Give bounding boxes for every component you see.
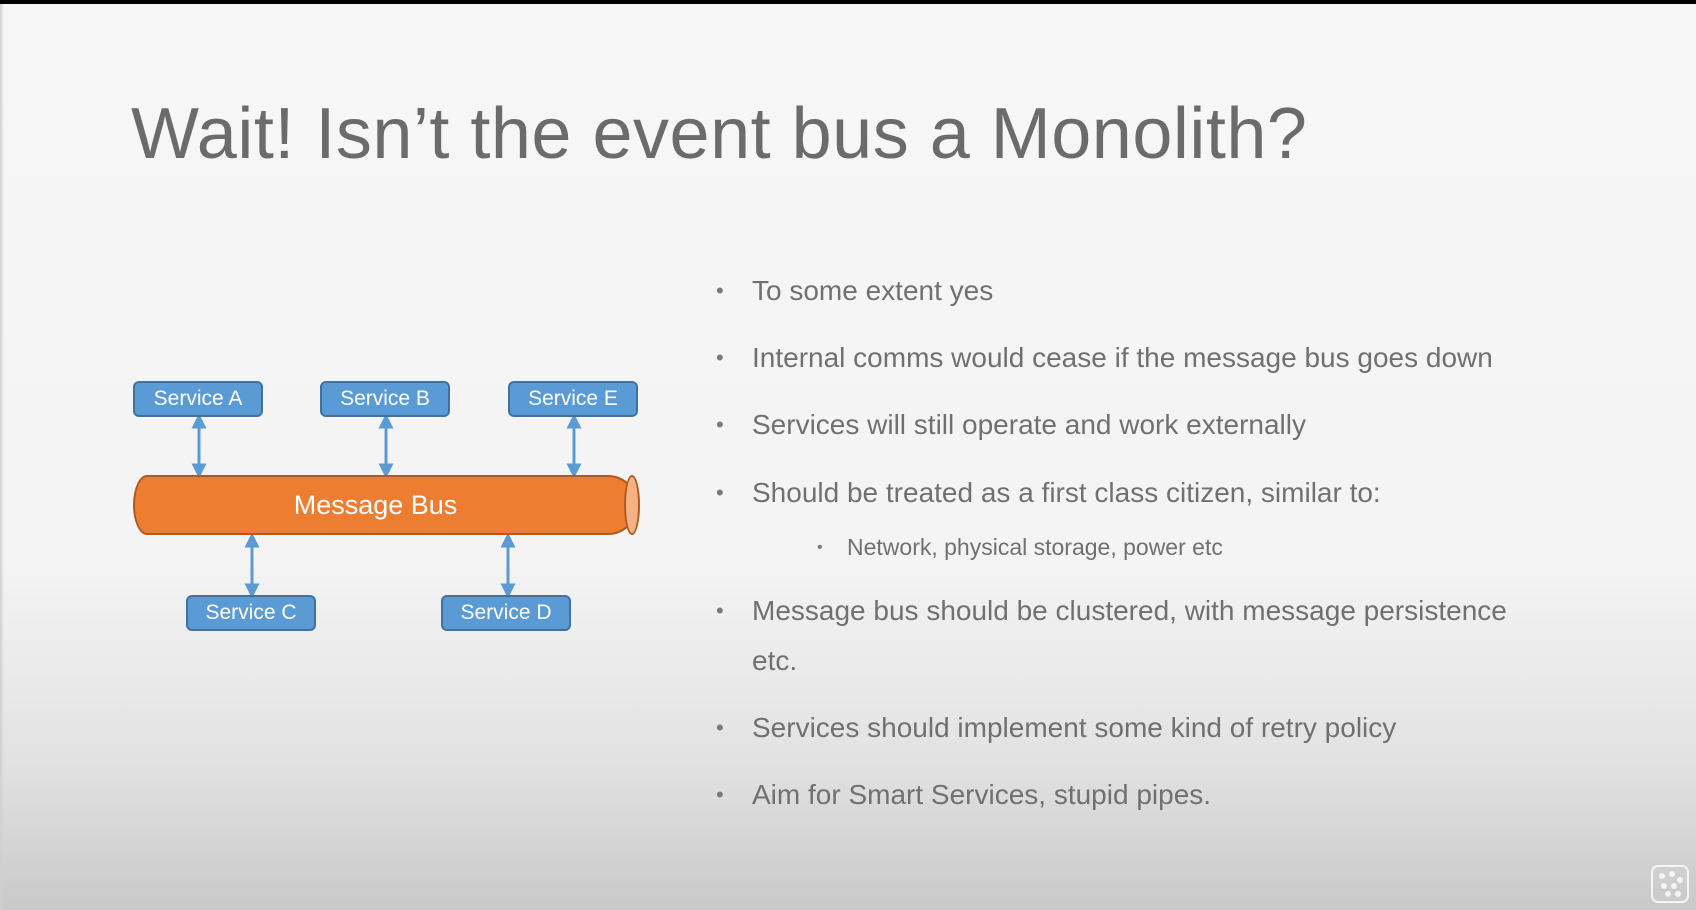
service-c-box: Service C — [186, 595, 316, 631]
bullet-text: etc. — [752, 645, 798, 676]
bullet-item: • Internal comms would cease if the mess… — [716, 342, 1493, 373]
bullet-text: To some extent yes — [752, 275, 994, 306]
bullet-item: • Message bus should be clustered, with … — [716, 595, 1507, 626]
service-b-box: Service B — [320, 381, 450, 417]
bullet-text: Aim for Smart Services, stupid pipes. — [752, 779, 1212, 810]
connector-arrows — [191, 413, 582, 599]
bullet-text: Internal comms would cease if the messag… — [752, 342, 1493, 373]
bullet-text: Services will still operate and work ext… — [752, 409, 1306, 440]
bullet-dot: • — [716, 412, 724, 437]
bullet-dot: • — [716, 782, 724, 807]
service-d-box: Service D — [441, 595, 571, 631]
bullet-text: Services should implement some kind of r… — [752, 712, 1397, 743]
bullet-dot: • — [716, 715, 724, 740]
bullet-item: • Services will still operate and work e… — [716, 409, 1306, 440]
bullet-item: • To some extent yes — [716, 275, 994, 306]
bullet-dot: • — [716, 278, 724, 303]
service-a-box: Service A — [133, 381, 263, 417]
service-e-box: Service E — [508, 381, 638, 417]
bullet-item: • Services should implement some kind of… — [716, 712, 1397, 743]
sub-bullet-item: • Network, physical storage, power etc — [817, 534, 1223, 560]
bullet-continuation: etc. — [752, 647, 797, 675]
bullet-text: Message bus should be clustered, with me… — [752, 595, 1507, 626]
message-bus-cylinder-end — [624, 475, 640, 535]
bullet-item: • Should be treated as a first class cit… — [716, 477, 1381, 508]
bullet-dot: • — [817, 539, 823, 556]
bullet-item: • Aim for Smart Services, stupid pipes. — [716, 779, 1212, 810]
bullet-dot: • — [716, 345, 724, 370]
logo-icon — [1651, 865, 1689, 903]
bullet-text: Should be treated as a first class citiz… — [752, 477, 1381, 508]
bullet-dot: • — [716, 480, 724, 505]
message-bus-label: Message Bus — [293, 490, 458, 520]
bullet-text: Network, physical storage, power etc — [847, 534, 1223, 560]
bullet-dot: • — [716, 598, 724, 623]
